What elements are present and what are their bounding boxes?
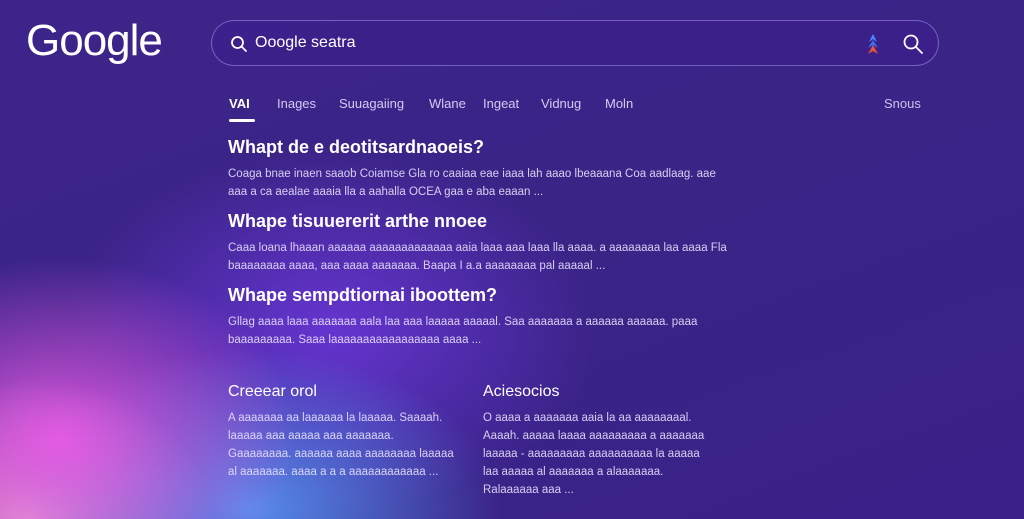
search-input[interactable]: Ooogle seatra [255, 34, 356, 52]
tab-videos[interactable]: Ingeat [483, 96, 519, 111]
search-icon[interactable] [902, 33, 924, 55]
lens-icon[interactable] [864, 33, 882, 55]
tab-more[interactable]: Moln [605, 96, 633, 111]
tab-images[interactable]: Inages [277, 96, 316, 111]
result-title[interactable]: Whapt de e deotitsardnaoeis? [228, 137, 728, 158]
active-tab-indicator [229, 119, 255, 122]
google-logo[interactable]: Google [26, 16, 163, 66]
tools-button[interactable]: Snous [884, 96, 921, 111]
search-bar[interactable]: Ooogle seatra [211, 20, 939, 66]
tab-news[interactable]: Wlane [429, 96, 466, 111]
search-result: Whape sempdtiornai iboottem? Gllag aaaa … [228, 285, 728, 349]
tab-all[interactable]: VAI [229, 96, 250, 111]
tab-maps[interactable]: Vidnug [541, 96, 581, 111]
card-body: A aaaaaaa aa laaaaaa la laaaaa. Saaaah. … [228, 412, 454, 478]
info-card: Creeear orol A aaaaaaa aa laaaaaa la laa… [228, 383, 458, 481]
info-card: Aciesocios O aaaa a aaaaaaa aaia la aa a… [483, 383, 713, 499]
result-snippet: Gllag aaaa laaa aaaaaaa aala laa aaa laa… [228, 316, 698, 346]
card-title[interactable]: Creeear orol [228, 383, 458, 401]
result-snippet: Coaga bnae inaen saaob Coiamse Gla ro ca… [228, 168, 716, 198]
search-result: Whape tisuuererit arthe nnoee Caaa loana… [228, 211, 728, 275]
search-result: Whapt de e deotitsardnaoeis? Coaga bnae … [228, 137, 728, 201]
card-body: O aaaa a aaaaaaa aaia la aa aaaaaaaal. A… [483, 412, 705, 496]
result-title[interactable]: Whape sempdtiornai iboottem? [228, 285, 728, 306]
result-title[interactable]: Whape tisuuererit arthe nnoee [228, 211, 728, 232]
card-title[interactable]: Aciesocios [483, 383, 713, 401]
tab-shopping[interactable]: Suuagaiing [339, 96, 404, 111]
result-snippet: Caaa loana lhaaan aaaaaa aaaaaaaaaaaaa a… [228, 242, 727, 272]
search-icon [231, 36, 247, 52]
